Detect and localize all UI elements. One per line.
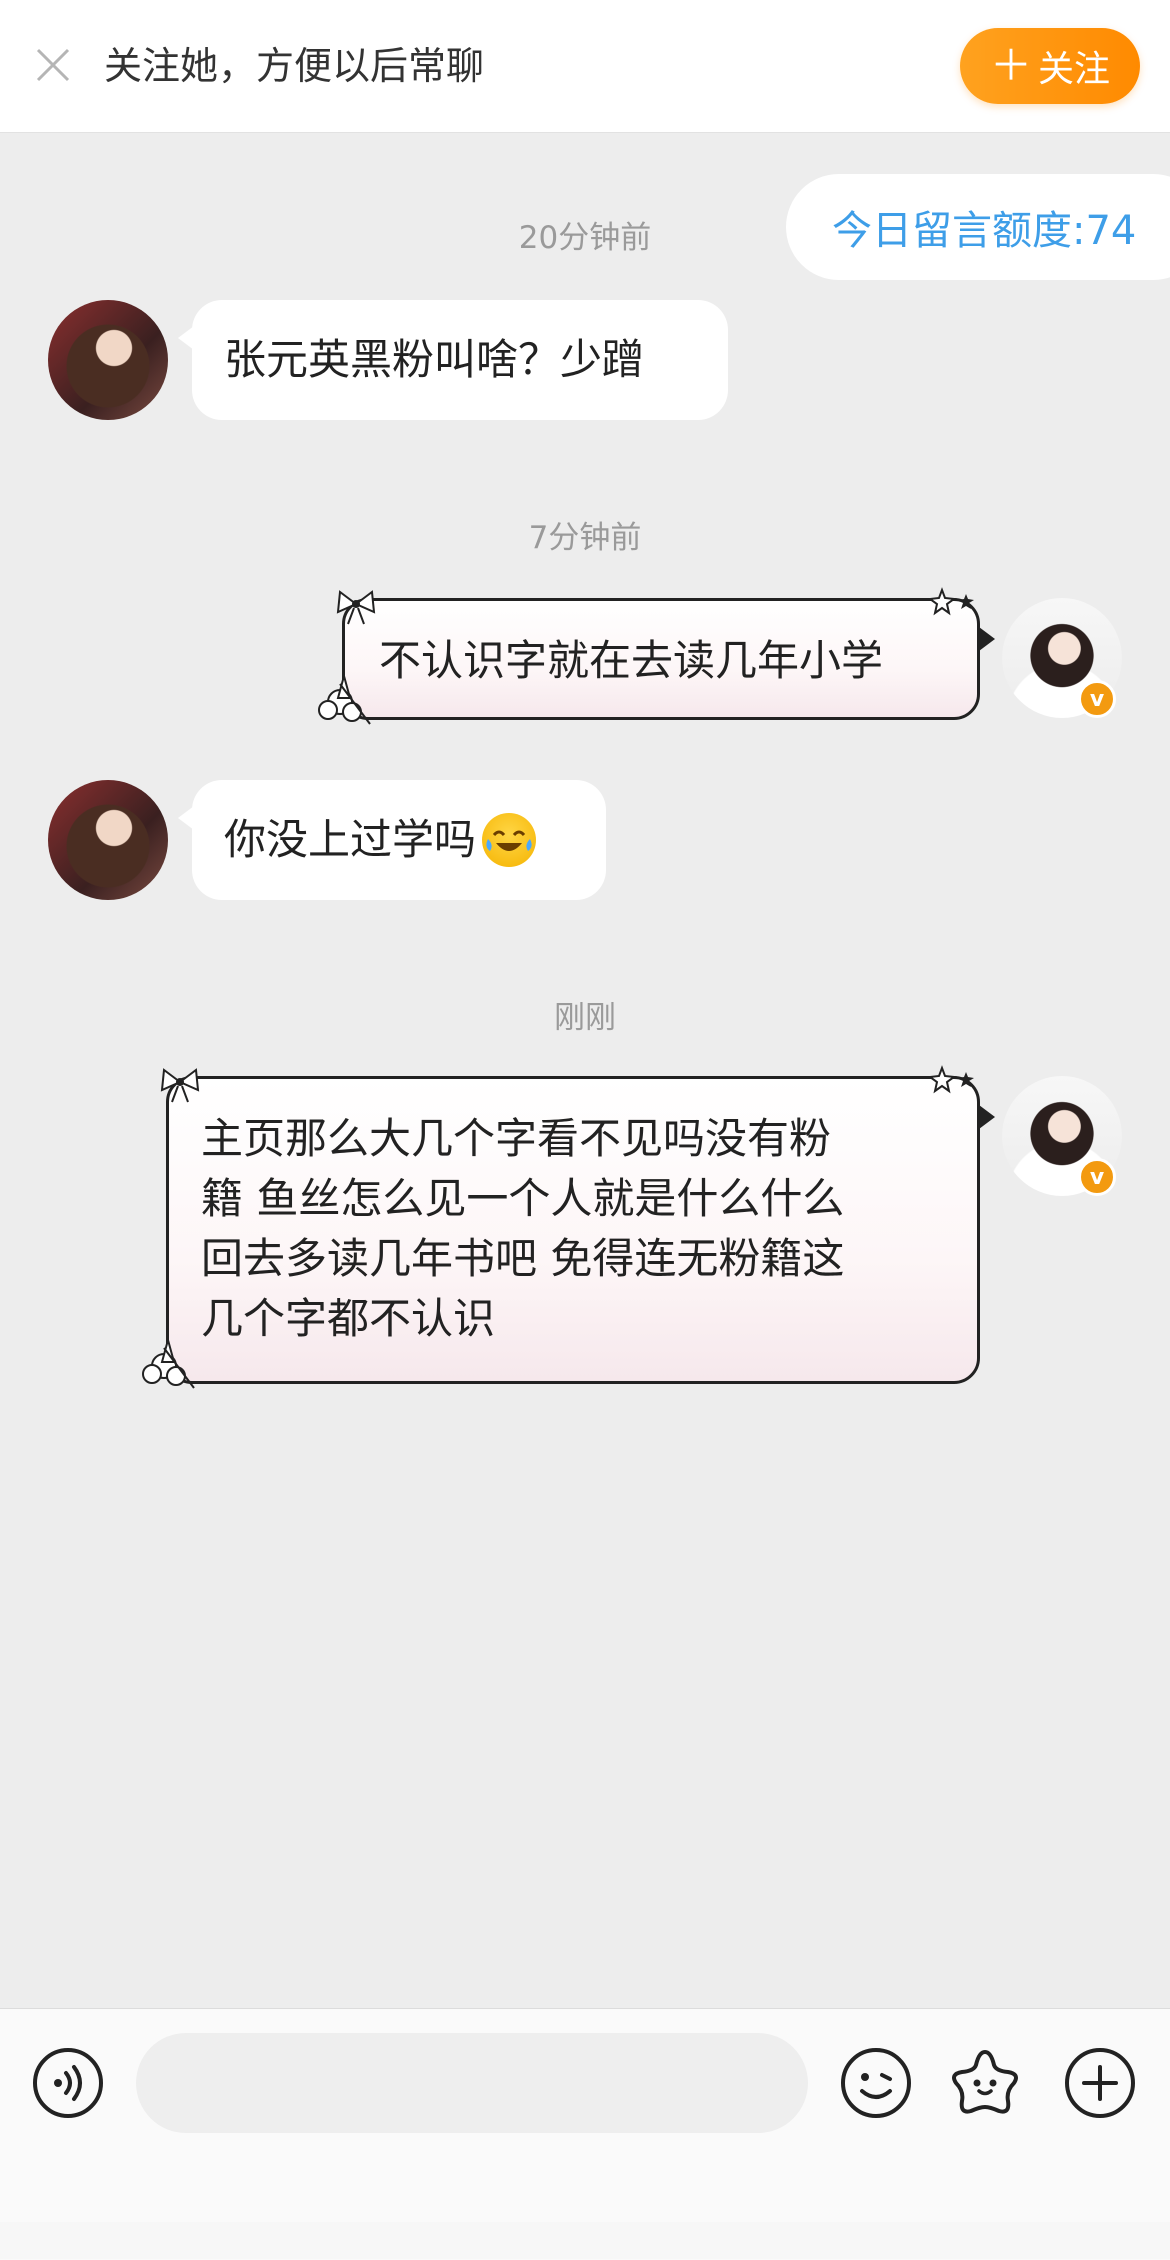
bubble-tail [979, 627, 995, 651]
stars-decoration-icon [928, 1065, 974, 1094]
stars-decoration-icon [928, 587, 974, 616]
message-bubble-received[interactable]: 张元英黑粉叫啥？少蹭 [178, 300, 728, 420]
flower-decoration-icon [318, 672, 371, 725]
bow-decoration-icon [160, 1068, 200, 1103]
voice-icon[interactable] [32, 2047, 104, 2119]
timestamp: 20分钟前 [518, 220, 652, 256]
message-bubble-sent[interactable]: 主页那么大几个字看不见吗没有粉 籍 鱼丝怎么见一个人就是什么什么 回去多读几年书… [166, 1076, 995, 1384]
timestamp: 刚刚 [554, 1000, 616, 1036]
message-bubble-sent[interactable]: 不认识字就在去读几年小学 [342, 598, 995, 720]
message-line: 主页那么大几个字看不见吗没有粉 [201, 1114, 832, 1163]
verified-badge-icon: v [1078, 1158, 1116, 1196]
home-indicator-area [0, 2222, 1170, 2259]
message-line: 籍 鱼丝怎么见一个人就是什么什么 [201, 1174, 845, 1223]
timestamp: 7分钟前 [528, 520, 642, 556]
laughing-crying-emoji-icon [482, 813, 537, 867]
emoji-face-icon[interactable] [840, 2047, 912, 2119]
message-line: 几个字都不认识 [201, 1294, 496, 1343]
plus-circle-icon[interactable] [1064, 2047, 1136, 2119]
bubble-tail [979, 1105, 995, 1129]
message-line: 回去多读几年书吧 免得连无粉籍这 [201, 1234, 845, 1283]
avatar-other-user[interactable] [48, 300, 168, 420]
close-icon[interactable] [30, 42, 76, 88]
sticker-star-icon[interactable] [948, 2047, 1022, 2119]
avatar-other-user[interactable] [48, 780, 168, 900]
message-text: 你没上过学吗 [224, 815, 477, 864]
flower-decoration-icon [142, 1336, 195, 1389]
follow-prompt-text: 关注她，方便以后常聊 [104, 44, 485, 88]
message-text: 张元英黑粉叫啥？少蹭 [224, 335, 645, 384]
message-bubble-received[interactable]: 你没上过学吗 [178, 780, 606, 900]
message-input[interactable] [136, 2033, 808, 2133]
follow-banner: 关注她，方便以后常聊 ＋ 关注 [0, 0, 1170, 133]
message-text: 不认识字就在去读几年小学 [379, 636, 884, 685]
verified-badge-icon: v [1078, 680, 1116, 718]
plus-icon: ＋ [989, 41, 1032, 90]
follow-button-label: 关注 [1038, 49, 1111, 90]
bow-decoration-icon [336, 590, 376, 625]
follow-button[interactable]: ＋ 关注 [960, 28, 1140, 104]
